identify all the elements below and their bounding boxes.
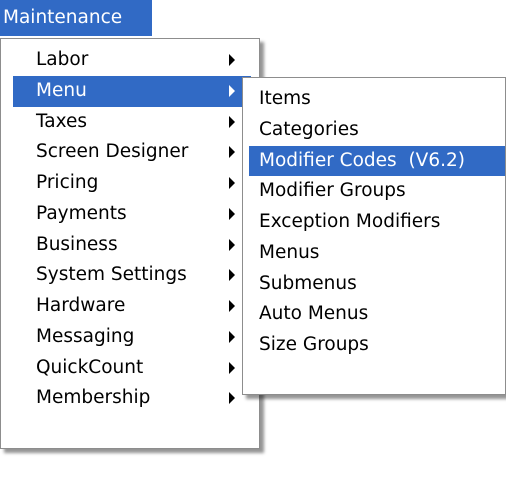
menu-item-labor[interactable]: Labor (13, 45, 251, 76)
menu-item-label: Hardware (36, 295, 126, 316)
menu-item-label: Pricing (36, 172, 99, 193)
menu-item-quickcount[interactable]: QuickCount (13, 353, 251, 384)
submenu-item-label: Exception Modifiers (259, 211, 441, 232)
menu-item-label: Labor (36, 49, 89, 70)
submenu-arrow-icon (229, 54, 235, 66)
submenu-item-label: Modifier Groups (259, 180, 406, 202)
submenu-item-submenus[interactable]: Submenus (249, 269, 505, 300)
submenu-arrow-icon (229, 392, 235, 405)
menu-item-label: QuickCount (36, 356, 144, 378)
submenu-arrow-icon (229, 269, 235, 282)
submenu-arrow-icon (229, 300, 235, 312)
submenu-item-label: Submenus (259, 272, 357, 294)
menu-item-label: Payments (36, 202, 127, 224)
menu-item-messaging[interactable]: Messaging (13, 322, 251, 353)
maintenance-menu-items: Labor Menu Taxes Screen Designer Pricing… (1, 45, 259, 414)
menu-item-system-settings[interactable]: System Settings (13, 260, 251, 291)
menu-item-screen-designer[interactable]: Screen Designer (13, 137, 251, 168)
maintenance-dropdown-menu: Labor Menu Taxes Screen Designer Pricing… (0, 38, 260, 449)
submenu-arrow-icon (229, 115, 235, 128)
menu-item-label: Business (36, 233, 118, 255)
maintenance-menu-button[interactable]: Maintenance (0, 0, 152, 36)
menu-item-label: Screen Designer (36, 141, 189, 163)
submenu-item-label: Auto Menus (259, 303, 369, 325)
submenu-arrow-icon (229, 330, 235, 343)
menu-item-menu[interactable]: Menu (13, 75, 251, 107)
submenu-arrow-icon (229, 177, 235, 189)
menu-item-payments[interactable]: Payments (13, 199, 251, 230)
submenu-item-label: Modifier Codes (V6.2) (259, 149, 465, 171)
submenu-item-menus[interactable]: Menus (249, 238, 505, 269)
submenu-arrow-icon (229, 84, 235, 97)
submenu-arrow-icon (229, 146, 235, 159)
menu-item-hardware[interactable]: Hardware (13, 291, 251, 322)
submenu-item-auto-menus[interactable]: Auto Menus (249, 299, 505, 330)
submenu-item-size-groups[interactable]: Size Groups (249, 330, 505, 361)
menu-submenu: Items Categories Modifier Codes (V6.2) M… (242, 77, 506, 395)
submenu-item-label: Menus (259, 241, 320, 263)
menu-item-label: Membership (36, 387, 151, 409)
menu-submenu-items: Items Categories Modifier Codes (V6.2) M… (243, 84, 505, 361)
menu-item-membership[interactable]: Membership (13, 383, 251, 414)
submenu-item-label: Items (259, 88, 311, 109)
menu-item-label: Taxes (36, 110, 87, 132)
submenu-item-label: Size Groups (259, 334, 369, 355)
menu-item-label: Messaging (36, 325, 135, 347)
submenu-item-exception-modifiers[interactable]: Exception Modifiers (249, 207, 505, 238)
submenu-item-items[interactable]: Items (249, 84, 505, 115)
menu-item-label: Menu (36, 79, 87, 101)
submenu-arrow-icon (229, 238, 235, 251)
submenu-arrow-icon (229, 361, 235, 374)
menu-item-taxes[interactable]: Taxes (13, 107, 251, 138)
submenu-item-modifier-groups[interactable]: Modifier Groups (249, 176, 505, 207)
submenu-arrow-icon (229, 207, 235, 220)
submenu-item-categories[interactable]: Categories (249, 115, 505, 146)
submenu-item-modifier-codes[interactable]: Modifier Codes (V6.2) (249, 145, 505, 177)
menu-item-label: System Settings (36, 264, 187, 286)
menu-item-business[interactable]: Business (13, 230, 251, 261)
menu-item-pricing[interactable]: Pricing (13, 168, 251, 199)
submenu-item-label: Categories (259, 118, 359, 140)
